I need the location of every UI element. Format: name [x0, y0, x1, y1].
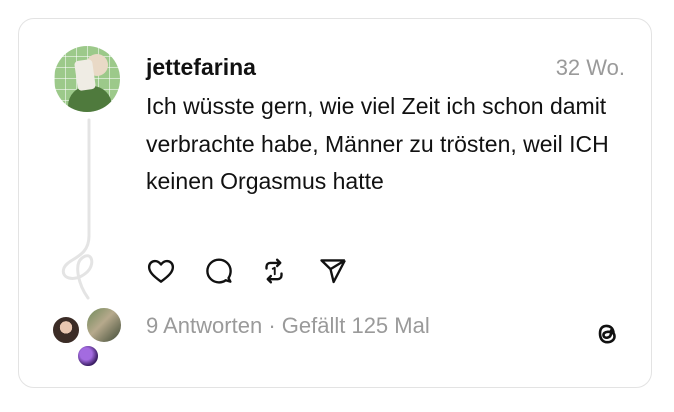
author-username[interactable]: jettefarina [146, 54, 256, 81]
avatar-shirt [68, 86, 112, 112]
reply-button[interactable] [204, 256, 234, 286]
replier-avatar[interactable] [76, 344, 100, 368]
author-avatar[interactable] [54, 46, 120, 112]
post-timestamp[interactable]: 32 Wo. [556, 55, 625, 81]
heart-icon [147, 259, 175, 283]
share-button[interactable] [318, 256, 348, 286]
thread-line [61, 118, 94, 300]
replier-avatar[interactable] [51, 315, 81, 345]
threads-logo-icon[interactable] [592, 318, 622, 350]
post-text: Ich wüsste gern, wie viel Zeit ich schon… [146, 93, 609, 194]
post-stats[interactable]: 9 Antworten · Gefällt 125 Mal [146, 313, 430, 339]
stats-separator: · [268, 313, 276, 338]
replies-count[interactable]: 9 Antworten [146, 313, 262, 338]
repost-button[interactable] [259, 256, 289, 286]
replier-avatar[interactable] [85, 306, 123, 344]
like-button[interactable] [146, 256, 176, 286]
likes-count[interactable]: Gefällt 125 Mal [282, 313, 430, 338]
share-icon [320, 259, 346, 284]
comment-icon [206, 258, 232, 284]
repost-icon [265, 258, 283, 284]
